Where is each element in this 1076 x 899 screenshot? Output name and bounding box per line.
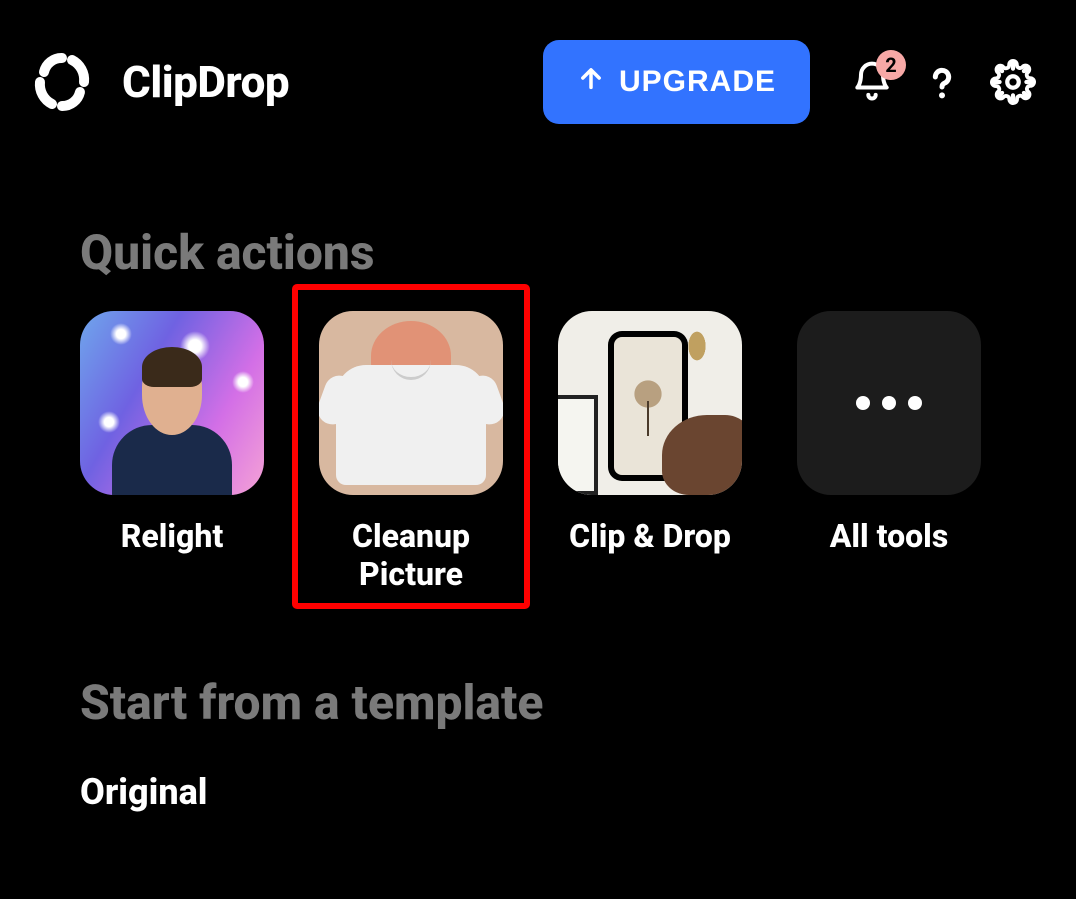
action-relight[interactable]: Relight [80, 311, 264, 594]
header: ClipDrop UPGRADE 2 [0, 0, 1076, 124]
clipdrop-logo-icon [30, 50, 94, 114]
help-button[interactable] [922, 62, 962, 102]
notification-badge: 2 [876, 50, 906, 80]
quick-actions-row: Relight Cleanup Picture [80, 311, 996, 594]
clip-drop-thumbnail [558, 311, 742, 495]
relight-thumbnail [80, 311, 264, 495]
logo-group: ClipDrop [30, 50, 523, 114]
cleanup-thumbnail [319, 311, 503, 495]
arrow-up-icon [577, 64, 605, 100]
gear-icon [990, 59, 1036, 105]
highlight-box: Cleanup Picture [295, 287, 527, 606]
action-label: Relight [121, 517, 224, 555]
action-label: Cleanup Picture [319, 517, 503, 594]
ellipsis-icon [856, 396, 922, 410]
upgrade-button[interactable]: UPGRADE [543, 40, 810, 124]
template-section: Start from a template Original [80, 674, 996, 813]
action-cleanup-picture[interactable]: Cleanup Picture [319, 311, 503, 594]
action-all-tools[interactable]: All tools [797, 311, 981, 594]
upgrade-label: UPGRADE [619, 65, 776, 99]
template-original[interactable]: Original [80, 771, 996, 813]
action-clip-and-drop[interactable]: Clip & Drop [558, 311, 742, 594]
action-label: Clip & Drop [569, 517, 731, 555]
question-icon [922, 62, 962, 102]
notifications-button[interactable]: 2 [850, 60, 894, 104]
settings-button[interactable] [990, 59, 1036, 105]
quick-actions-title: Quick actions [80, 224, 996, 281]
template-section-title: Start from a template [80, 674, 996, 731]
content: Quick actions Relight [0, 124, 1076, 813]
action-label: All tools [830, 517, 949, 555]
all-tools-thumbnail [797, 311, 981, 495]
header-actions: 2 [850, 59, 1036, 105]
app-title: ClipDrop [122, 56, 289, 108]
